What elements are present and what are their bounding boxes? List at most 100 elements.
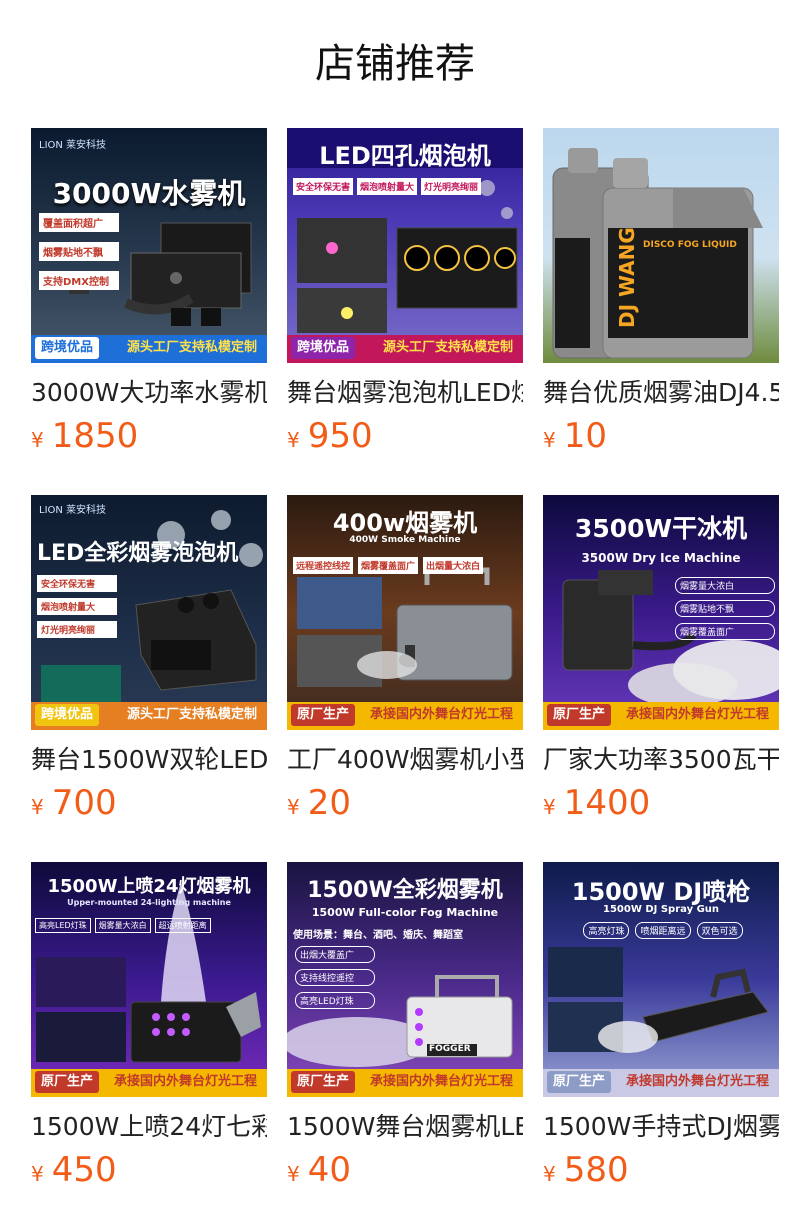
product-card[interactable]: LION 莱安科技 3000W水雾机 覆盖面积超广 烟雾贴地不飘 支持DMX控制… xyxy=(31,128,267,495)
product-name[interactable]: 舞台1500W双轮LED xyxy=(31,743,267,777)
feature-item: 高亮灯珠 xyxy=(583,922,630,939)
product-name[interactable]: 厂家大功率3500瓦干冰 xyxy=(543,743,779,777)
product-price: ¥10 xyxy=(543,416,779,456)
brand-logo: LION 莱安科技 xyxy=(39,505,107,516)
product-image[interactable]: 1500W DJ喷枪 1500W DJ Spray Gun 高亮灯珠 喷烟距离远… xyxy=(543,862,779,1097)
feature-item: 灯光明亮绚丽 xyxy=(421,178,482,195)
product-price: ¥580 xyxy=(543,1150,779,1190)
product-image[interactable]: LION 莱安科技 3000W水雾机 覆盖面积超广 烟雾贴地不飘 支持DMX控制… xyxy=(31,128,267,363)
feature-item: 烟雾贴地不飘 xyxy=(39,242,119,261)
feature-item: 烟雾贴地不飘 xyxy=(675,600,775,617)
image-strap: 承接国内外舞台灯光工程 xyxy=(625,707,769,722)
feature-item: 烟雾覆盖面广 xyxy=(675,623,775,640)
feature-item: 出烟量大浓白 xyxy=(423,557,484,574)
bottle-sublabel: DISCO FOG LIQUID xyxy=(643,240,737,250)
feature-list: 高亮LED灯珠 烟雾量大浓白 超远喷射距离 xyxy=(35,918,263,933)
feature-item: 覆盖面积超广 xyxy=(39,213,119,232)
product-image[interactable]: LED四孔烟泡机 安全环保无害 烟泡喷射量大 灯光明亮绚丽 跨境优品 源头工厂支… xyxy=(287,128,523,363)
badge: 原厂生产 xyxy=(547,1071,612,1093)
feature-item: 安全环保无害 xyxy=(293,178,354,195)
image-headline: LED全彩烟雾泡泡机 xyxy=(37,541,239,566)
feature-item: 出烟大覆盖广 xyxy=(295,946,375,963)
usage-scene: 使用场景：舞台、酒吧、婚庆、舞蹈室 xyxy=(293,930,463,941)
product-image[interactable]: 1500W全彩烟雾机 1500W Full-color Fog Machine … xyxy=(287,862,523,1097)
product-name[interactable]: 1500W手持式DJ烟雾 xyxy=(543,1110,779,1144)
product-card[interactable]: 1500W上喷24灯烟雾机 Upper-mounted 24-lighting … xyxy=(31,862,267,1229)
product-card[interactable]: 400w烟雾机 400W Smoke Machine 远程遥控线控 烟雾覆盖面广… xyxy=(287,495,523,862)
feature-list: 远程遥控线控 烟雾覆盖面广 出烟量大浓白 xyxy=(293,557,519,574)
product-price: ¥450 xyxy=(31,1150,267,1190)
feature-list: 覆盖面积超广 烟雾贴地不飘 支持DMX控制 xyxy=(39,213,119,290)
image-strap: 承接国内外舞台灯光工程 xyxy=(113,1074,257,1089)
badge: 跨境优品 xyxy=(291,337,356,359)
device-label: FOGGER xyxy=(429,1044,471,1054)
image-headline: 400w烟雾机 xyxy=(332,509,478,537)
price-value: 1850 xyxy=(51,416,139,456)
product-name[interactable]: 1500W上喷24灯七彩 xyxy=(31,1110,267,1144)
shop-recommendations-page: 店铺推荐 LION 莱安科技 3000W水雾机 覆盖面积超广 烟雾贴地不飘 支持… xyxy=(0,0,790,1230)
feature-item: 高亮LED灯珠 xyxy=(35,918,91,933)
page-title: 店铺推荐 xyxy=(315,41,475,87)
product-card[interactable]: LION 莱安科技 LED全彩烟雾泡泡机 安全环保无害 烟泡喷射量大 灯光明亮绚… xyxy=(31,495,267,862)
product-name[interactable]: 舞台优质烟雾油DJ4.5L xyxy=(543,376,779,410)
product-image[interactable]: 1500W上喷24灯烟雾机 Upper-mounted 24-lighting … xyxy=(31,862,267,1097)
image-strap: 源头工厂支持私模定制 xyxy=(126,340,257,355)
feature-item: 超远喷射距离 xyxy=(154,918,211,933)
feature-item: 双色可选 xyxy=(696,922,743,939)
currency-symbol: ¥ xyxy=(543,1162,556,1186)
price-value: 20 xyxy=(307,783,351,823)
feature-item: 烟雾量大浓白 xyxy=(675,577,775,594)
brand-logo: LION 莱安科技 xyxy=(39,140,107,151)
feature-item: 灯光明亮绚丽 xyxy=(37,621,117,638)
image-headline: 3500W干冰机 xyxy=(574,514,748,543)
image-strap: 承接国内外舞台灯光工程 xyxy=(369,707,513,722)
bottle-label: DJ WANG xyxy=(615,227,639,328)
product-image[interactable]: 3500W干冰机 3500W Dry Ice Machine 烟雾量大浓白 烟雾… xyxy=(543,495,779,730)
product-image[interactable]: LION 莱安科技 LED全彩烟雾泡泡机 安全环保无害 烟泡喷射量大 灯光明亮绚… xyxy=(31,495,267,730)
product-card[interactable]: 1500W全彩烟雾机 1500W Full-color Fog Machine … xyxy=(287,862,523,1229)
image-subheadline: 1500W DJ Spray Gun xyxy=(602,904,720,915)
feature-list: 安全环保无害 烟泡喷射量大 灯光明亮绚丽 xyxy=(37,575,117,638)
feature-item: 烟雾量大浓白 xyxy=(94,918,151,933)
product-image[interactable]: 400w烟雾机 400W Smoke Machine 远程遥控线控 烟雾覆盖面广… xyxy=(287,495,523,730)
feature-list: 高亮灯珠 喷烟距离远 双色可选 xyxy=(551,922,775,939)
product-name[interactable]: 舞台烟雾泡泡机LED炫 xyxy=(287,376,523,410)
price-value: 700 xyxy=(51,783,117,823)
product-card[interactable]: 1500W DJ喷枪 1500W DJ Spray Gun 高亮灯珠 喷烟距离远… xyxy=(543,862,779,1229)
image-headline: 1500W DJ喷枪 xyxy=(571,878,751,906)
currency-symbol: ¥ xyxy=(543,428,556,452)
feature-item: 支持线控遥控 xyxy=(295,969,375,986)
product-name[interactable]: 1500W舞台烟雾机LED xyxy=(287,1110,523,1144)
image-subheadline: Upper-mounted 24-lighting machine xyxy=(67,898,231,907)
price-value: 580 xyxy=(563,1150,629,1190)
image-subheadline: 400W Smoke Machine xyxy=(349,535,461,545)
image-headline: 1500W上喷24灯烟雾机 xyxy=(47,876,251,897)
currency-symbol: ¥ xyxy=(31,795,44,819)
product-name[interactable]: 工厂400W烟雾机小型 xyxy=(287,743,523,777)
image-strap: 承接国内外舞台灯光工程 xyxy=(369,1074,513,1089)
badge: 跨境优品 xyxy=(35,704,100,726)
product-card[interactable]: 3500W干冰机 3500W Dry Ice Machine 烟雾量大浓白 烟雾… xyxy=(543,495,779,862)
feature-list: 安全环保无害 烟泡喷射量大 灯光明亮绚丽 xyxy=(293,178,519,195)
product-name[interactable]: 3000W大功率水雾机 xyxy=(31,376,267,410)
product-price: ¥1850 xyxy=(31,416,267,456)
currency-symbol: ¥ xyxy=(31,1162,44,1186)
product-grid: LION 莱安科技 3000W水雾机 覆盖面积超广 烟雾贴地不飘 支持DMX控制… xyxy=(31,128,779,1229)
feature-item: 喷烟距离远 xyxy=(635,922,691,939)
currency-symbol: ¥ xyxy=(31,428,44,452)
product-card[interactable]: DJ WANG DISCO FOG LIQUID 舞台优质烟雾油DJ4.5L ¥… xyxy=(543,128,779,495)
product-image[interactable]: DJ WANG DISCO FOG LIQUID xyxy=(543,128,779,363)
price-value: 1400 xyxy=(563,783,651,823)
currency-symbol: ¥ xyxy=(287,795,300,819)
feature-item: 远程遥控线控 xyxy=(293,557,354,574)
image-headline: 1500W全彩烟雾机 xyxy=(307,878,503,903)
price-value: 40 xyxy=(307,1150,351,1190)
price-value: 950 xyxy=(307,416,373,456)
badge: 跨境优品 xyxy=(35,337,100,359)
currency-symbol: ¥ xyxy=(287,1162,300,1186)
product-card[interactable]: LED四孔烟泡机 安全环保无害 烟泡喷射量大 灯光明亮绚丽 跨境优品 源头工厂支… xyxy=(287,128,523,495)
feature-item: 烟雾覆盖面广 xyxy=(358,557,419,574)
image-subheadline: 1500W Full-color Fog Machine xyxy=(311,906,499,919)
badge: 原厂生产 xyxy=(291,704,356,726)
badge: 原厂生产 xyxy=(291,1071,356,1093)
